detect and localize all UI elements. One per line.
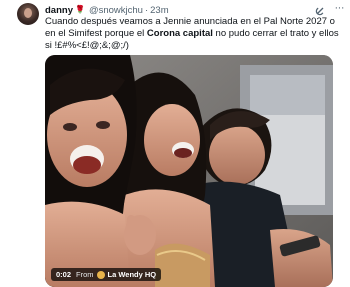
tweet-text: Cuando después veamos a Jennie anunciada… bbox=[45, 16, 340, 53]
more-icon[interactable]: ··· bbox=[335, 3, 345, 14]
avatar-face bbox=[24, 8, 32, 18]
tweet-text-bold: Corona capital bbox=[146, 28, 213, 40]
tweet-header: danny 🌹 @snowkjchu · 23m bbox=[45, 3, 340, 17]
tweet-actions-top: ··· bbox=[315, 3, 345, 16]
video-player[interactable]: 0:02 From La Wendy HQ bbox=[45, 55, 333, 287]
rose-icon: 🌹 bbox=[74, 5, 85, 14]
tweet[interactable]: danny 🌹 @snowkjchu · 23m ··· Cuando desp… bbox=[0, 0, 350, 287]
video-badge: 0:02 From La Wendy HQ bbox=[51, 268, 162, 281]
video-frame bbox=[45, 55, 333, 287]
source-avatar-icon bbox=[96, 270, 105, 279]
tweet-timestamp[interactable]: 23m bbox=[150, 5, 168, 16]
grok-icon[interactable] bbox=[315, 3, 325, 16]
author-avatar[interactable] bbox=[17, 3, 39, 25]
video-source-name[interactable]: La Wendy HQ bbox=[108, 270, 157, 279]
video-from-label: From bbox=[76, 270, 94, 279]
video-duration: 0:02 bbox=[56, 270, 72, 279]
author-display-name[interactable]: danny bbox=[45, 5, 73, 16]
separator-dot: · bbox=[144, 4, 149, 16]
author-handle[interactable]: @snowkjchu bbox=[89, 5, 143, 16]
